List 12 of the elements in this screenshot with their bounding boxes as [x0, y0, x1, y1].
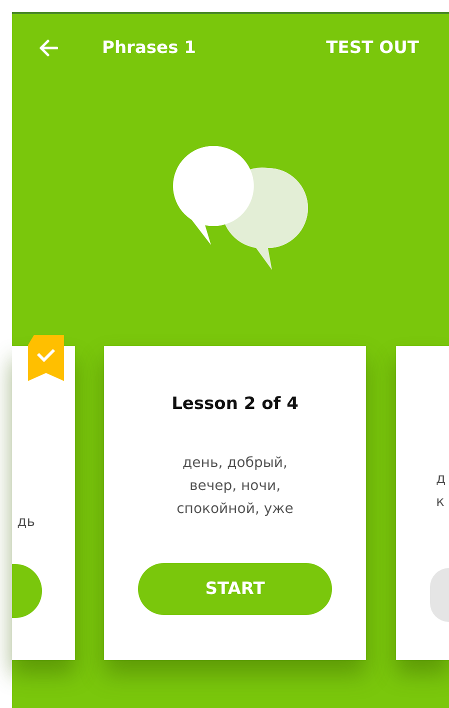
lesson-title: Lesson 2 of 4 [172, 394, 298, 414]
lesson-card[interactable]: Lesson 2 of 4 день, добрый, вечер, ночи, спокойной, уже START [104, 346, 366, 660]
lesson-words: д к [436, 470, 446, 512]
start-button[interactable] [12, 564, 42, 618]
back-arrow-icon[interactable] [38, 39, 58, 57]
speech-bubbles-icon [170, 144, 310, 272]
start-button[interactable] [430, 568, 449, 622]
lesson-words: день, добрый, вечер, ночи, спокойной, уже [176, 454, 294, 519]
screen-title: Phrases 1 [102, 38, 197, 58]
lesson-words: дь [17, 513, 35, 532]
lesson-card[interactable]: д к [396, 346, 449, 660]
lesson-card[interactable]: дь [12, 346, 75, 660]
